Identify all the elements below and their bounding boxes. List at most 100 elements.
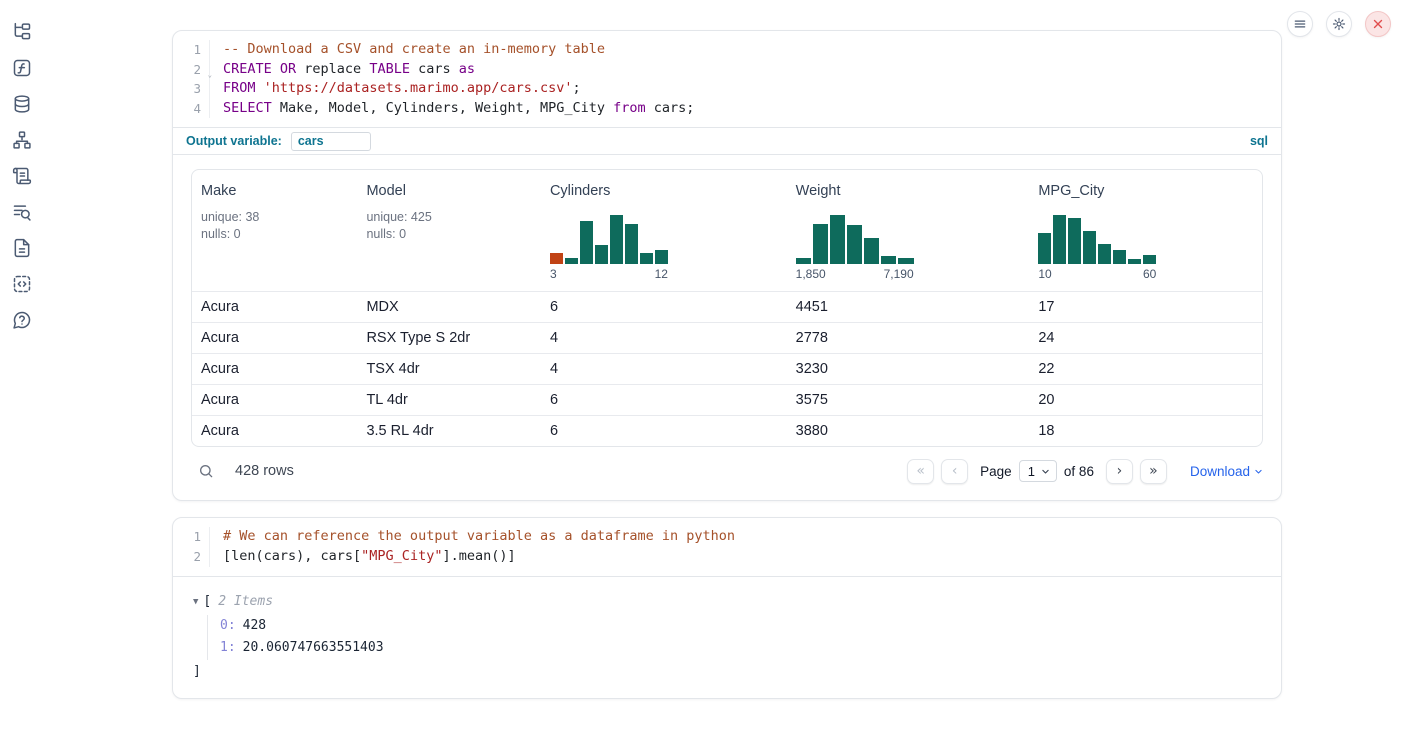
line-number: 4 [173,99,209,119]
search-icon[interactable] [198,463,214,479]
table-cell: Acura [192,385,357,416]
table-cell: 4 [541,354,787,385]
next-page-button[interactable]: › [1106,459,1133,484]
table-cell: RSX Type S 2dr [357,323,541,354]
table-cell: Acura [192,354,357,385]
item-key: 0: [220,618,236,633]
column-name: Weight [796,183,1022,199]
list-search-icon[interactable] [12,202,32,222]
table-cell: 17 [1029,292,1262,323]
data-table: Make unique: 38 nulls: 0 Model unique: 4… [191,169,1263,447]
table-cell: Acura [192,416,357,447]
collapse-chevron-icon[interactable]: ▼ [193,591,198,613]
table-cell: TSX 4dr [357,354,541,385]
language-tag: sql [1250,134,1268,148]
document-icon[interactable] [12,238,32,258]
column-name: Cylinders [550,183,779,199]
table-cell: Acura [192,323,357,354]
table-row[interactable]: Acura 3.5 RL 4dr 6 3880 18 [192,416,1262,447]
prev-page-button[interactable]: ‹ [941,459,968,484]
table-footer: 428 rows « ‹ Page 1 of 86 › » Download [191,458,1263,484]
line-number: 3 [173,79,209,99]
code-line: 1 # We can reference the output variable… [173,527,1281,547]
download-button[interactable]: Download [1190,464,1263,479]
table-row[interactable]: Acura TL 4dr 6 3575 20 [192,385,1262,416]
code-text: # We can reference the output variable a… [209,527,735,547]
mpg-city-histogram[interactable]: 10 60 [1038,212,1156,281]
page-label: Page [980,464,1012,479]
first-page-button[interactable]: « [907,459,934,484]
sql-code-editor[interactable]: 1 -- Download a CSV and create an in-mem… [173,31,1281,127]
item-count-label: 2 Items [218,591,273,613]
item-value: 20.060747663551403 [243,640,384,655]
bracket-open: [ [203,591,211,613]
table-cell: 3880 [787,416,1030,447]
histogram-axis-labels: 3 12 [550,267,668,281]
sql-cell-output: Make unique: 38 nulls: 0 Model unique: 4… [173,154,1281,500]
database-icon[interactable] [12,94,32,114]
column-header-model[interactable]: Model unique: 425 nulls: 0 [357,170,541,292]
menu-icon[interactable] [1287,11,1313,37]
help-icon[interactable] [12,310,32,330]
table-row[interactable]: Acura TSX 4dr 4 3230 22 [192,354,1262,385]
shutdown-close-icon[interactable] [1365,11,1391,37]
tree-root: ▼ [ 2 Items [193,591,1261,613]
dependency-graph-icon[interactable] [12,130,32,150]
column-header-make[interactable]: Make unique: 38 nulls: 0 [192,170,357,292]
functions-icon[interactable] [12,58,32,78]
cylinders-histogram[interactable]: 3 12 [550,212,668,281]
table-row[interactable]: Acura RSX Type S 2dr 4 2778 24 [192,323,1262,354]
code-line: 2 [len(cars), cars["MPG_City"].mean()] [173,547,1281,567]
histogram-axis-labels: 1,850 7,190 [796,267,914,281]
table-cell: 3575 [787,385,1030,416]
column-stats: unique: 38 nulls: 0 [201,209,349,243]
page-total-label: of 86 [1064,464,1094,479]
tree-children: 0: 428 1:20.060747663551403 [207,615,1261,660]
helper-panel-sidebar [0,0,44,330]
python-cell: 1 # We can reference the output variable… [172,517,1282,698]
chevron-down-icon [1254,467,1263,476]
code-box-icon[interactable] [12,274,32,294]
column-stats: unique: 425 nulls: 0 [366,209,533,243]
sql-cell: 1 -- Download a CSV and create an in-mem… [172,30,1282,501]
code-line: 2⌄ CREATE OR replace TABLE cars as [173,60,1281,80]
file-tree-icon[interactable] [12,22,32,42]
output-variable-label: Output variable: [186,134,282,148]
list-item: 1:20.060747663551403 [220,637,1261,660]
table-cell: 6 [541,292,787,323]
histogram-axis-labels: 10 60 [1038,267,1156,281]
column-name: Make [201,183,349,199]
pagination: « ‹ Page 1 of 86 › » Download [907,459,1263,484]
output-variable-input[interactable] [291,132,371,151]
column-header-weight[interactable]: Weight [787,170,1030,292]
line-number: 1 [173,40,209,60]
column-header-cylinders[interactable]: Cylinders [541,170,787,292]
code-text: SELECT Make, Model, Cylinders, Weight, M… [209,99,694,119]
table-cell: 24 [1029,323,1262,354]
code-line: 4 SELECT Make, Model, Cylinders, Weight,… [173,99,1281,119]
table-cell: 18 [1029,416,1262,447]
code-line: 1 -- Download a CSV and create an in-mem… [173,40,1281,60]
weight-histogram[interactable]: 1,850 7,190 [796,212,914,281]
table-cell: 3230 [787,354,1030,385]
table-cell: 4451 [787,292,1030,323]
chevron-down-icon [1041,467,1050,476]
table-cell: 6 [541,416,787,447]
output-variable-bar: Output variable: sql [173,127,1281,154]
table-cell: 3.5 RL 4dr [357,416,541,447]
line-number: 2⌄ [173,60,209,80]
table-cell: 2778 [787,323,1030,354]
code-text: -- Download a CSV and create an in-memor… [209,40,605,60]
last-page-button[interactable]: » [1140,459,1167,484]
code-text: FROM 'https://datasets.marimo.app/cars.c… [209,79,581,99]
item-value: 428 [243,618,266,633]
code-text: CREATE OR replace TABLE cars as [209,60,475,80]
column-header-mpg-city[interactable]: MPG_City [1029,170,1262,292]
python-code-editor[interactable]: 1 # We can reference the output variable… [173,518,1281,575]
table-cell: 6 [541,385,787,416]
page-select[interactable]: 1 [1019,460,1057,482]
table-row[interactable]: Acura MDX 6 4451 17 [192,292,1262,323]
bracket-close: ] [193,662,1261,682]
scroll-icon[interactable] [12,166,32,186]
settings-gear-icon[interactable] [1326,11,1352,37]
